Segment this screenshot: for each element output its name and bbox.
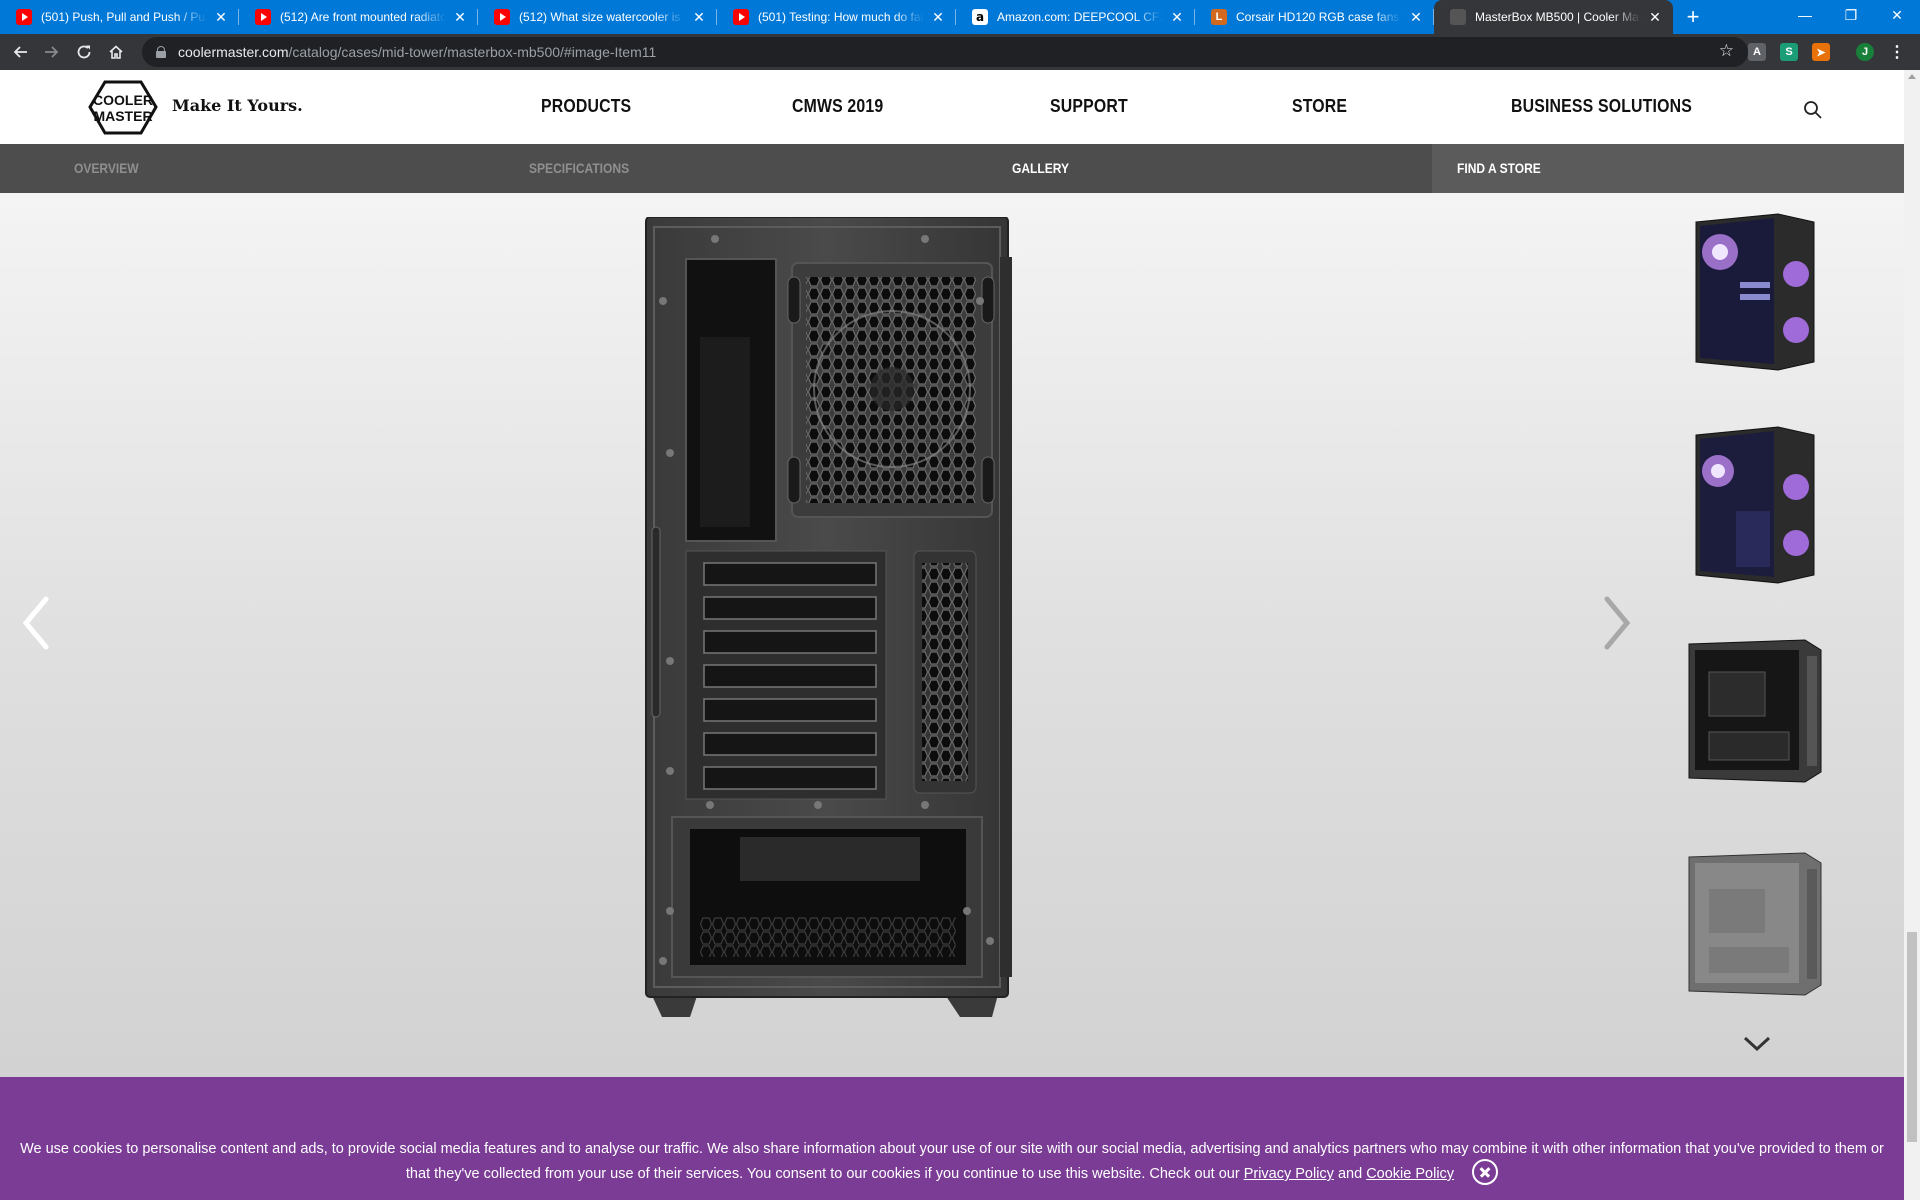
product-subnav: OVERVIEW SPECIFICATIONS GALLERY FIND A S… [0,144,1904,193]
close-icon[interactable]: ✕ [213,9,229,25]
profile-avatar[interactable]: J [1856,43,1874,61]
scrollbar-thumb[interactable] [1907,932,1917,1142]
window-controls: — ❐ ✕ [1782,0,1920,30]
extension-2-icon[interactable]: S [1780,43,1798,61]
cookie-close-icon[interactable] [1472,1159,1499,1185]
url-path: /catalog/cases/mid-tower/masterbox-mb500… [288,44,657,60]
close-icon[interactable]: ✕ [1169,9,1185,25]
close-window-icon[interactable]: ✕ [1874,0,1920,30]
tagline: Make It Yours. [172,96,303,115]
new-tab-button[interactable]: + [1679,0,1707,34]
gallery-viewer [0,193,1904,1077]
tab-4[interactable]: a Amazon.com: DEEPCOOL CF120 ✕ [956,0,1195,34]
search-icon[interactable] [1803,100,1823,120]
gallery-thumbnail-2[interactable] [1680,420,1830,590]
tab-3[interactable]: (501) Testing: How much do fan grills ✕ [717,0,956,34]
purple-footer-band [0,1077,1904,1127]
nav-products[interactable]: PRODUCTS [541,96,631,117]
lock-icon [156,46,166,58]
tab-title: (501) Testing: How much do fan grills [758,10,924,24]
nav-store[interactable]: STORE [1292,96,1347,117]
logo-line-1: COOLER [93,92,153,108]
tab-6-active[interactable]: MasterBox MB500 | Cooler Master ✕ [1434,0,1673,34]
case-side-panel-thumbnail [1688,852,1822,996]
tab-title: Corsair HD120 RGB case fans? - Linus [1236,10,1402,24]
close-icon[interactable]: ✕ [1647,9,1663,25]
youtube-icon [733,9,749,25]
maximize-icon[interactable]: ❐ [1828,0,1874,30]
browser-tab-strip: (501) Push, Pull and Push / Pull setups ✕… [0,0,1920,34]
close-icon[interactable]: ✕ [930,9,946,25]
tab-title: (512) What size watercooler is right [519,10,685,24]
cookie-text: We use cookies to personalise content an… [20,1141,1884,1182]
subnav-specifications[interactable]: SPECIFICATIONS [529,160,629,176]
minimize-icon[interactable]: — [1782,0,1828,30]
case-side-open-thumbnail [1688,639,1822,783]
extension-1-icon[interactable]: A [1748,43,1766,61]
page-scrollbar[interactable] [1904,70,1920,1200]
nav-business-solutions[interactable]: BUSINESS SOLUTIONS [1511,96,1692,117]
browser-menu-icon[interactable]: ⋮ [1888,43,1906,61]
tab-0[interactable]: (501) Push, Pull and Push / Pull setups ✕ [0,0,239,34]
tab-1[interactable]: (512) Are front mounted radiators bad ✕ [239,0,478,34]
subnav-gallery[interactable]: GALLERY [1012,160,1069,176]
youtube-icon [494,9,510,25]
ltt-icon: L [1211,9,1227,25]
gallery-thumbnail-3[interactable] [1680,626,1830,796]
tab-title: (501) Push, Pull and Push / Pull setups [41,10,207,24]
extension-3-icon[interactable]: ➤ [1812,43,1830,61]
case-front-glass-thumbnail [1695,213,1815,371]
cookie-and-text: and [1337,1165,1363,1182]
browser-toolbar: coolermaster.com/catalog/cases/mid-tower… [0,34,1920,70]
gallery-thumbnail-4[interactable] [1680,839,1830,1009]
url-host: coolermaster.com [178,44,289,60]
subnav-overview[interactable]: OVERVIEW [74,160,139,176]
thumbnails-scroll-down-icon[interactable] [1742,1033,1772,1053]
site-header: COOLER MASTER Make It Yours. PRODUCTS CM… [0,70,1904,144]
cookie-policy-link[interactable]: Cookie Policy [1366,1166,1454,1182]
cookie-banner: We use cookies to personalise content an… [0,1127,1904,1200]
find-a-store-button[interactable]: FIND A STORE [1432,144,1904,193]
case-rear-image [645,217,1012,1017]
tab-title: (512) Are front mounted radiators bad [280,10,446,24]
privacy-policy-link[interactable]: Privacy Policy [1244,1166,1334,1182]
coolermaster-icon [1450,9,1466,25]
coolermaster-logo[interactable]: COOLER MASTER [88,80,158,135]
logo-line-2: MASTER [93,108,152,124]
amazon-icon: a [972,9,988,25]
bookmark-star-icon[interactable]: ☆ [1719,41,1734,61]
tab-2[interactable]: (512) What size watercooler is right ✕ [478,0,717,34]
back-icon[interactable] [4,36,36,68]
nav-support[interactable]: SUPPORT [1050,96,1128,117]
gallery-thumbnail-1[interactable] [1680,207,1830,377]
case-angle-glass-thumbnail [1695,426,1815,584]
youtube-icon [255,9,271,25]
reload-icon[interactable] [68,36,100,68]
close-icon[interactable]: ✕ [691,9,707,25]
close-icon[interactable]: ✕ [452,9,468,25]
forward-icon[interactable] [36,36,68,68]
nav-cmws-2019[interactable]: CMWS 2019 [792,96,883,117]
close-icon[interactable]: ✕ [1408,9,1424,25]
address-bar[interactable]: coolermaster.com/catalog/cases/mid-tower… [142,37,1748,67]
tab-title: MasterBox MB500 | Cooler Master [1475,10,1641,24]
youtube-icon [16,9,32,25]
tab-5[interactable]: L Corsair HD120 RGB case fans? - Linus ✕ [1195,0,1434,34]
gallery-next-arrow-icon[interactable] [1597,593,1637,653]
home-icon[interactable] [100,36,132,68]
tab-title: Amazon.com: DEEPCOOL CF120 [997,10,1163,24]
scroll-up-icon[interactable] [1908,74,1916,79]
find-a-store-label: FIND A STORE [1457,160,1541,176]
gallery-prev-arrow-icon[interactable] [16,593,56,653]
